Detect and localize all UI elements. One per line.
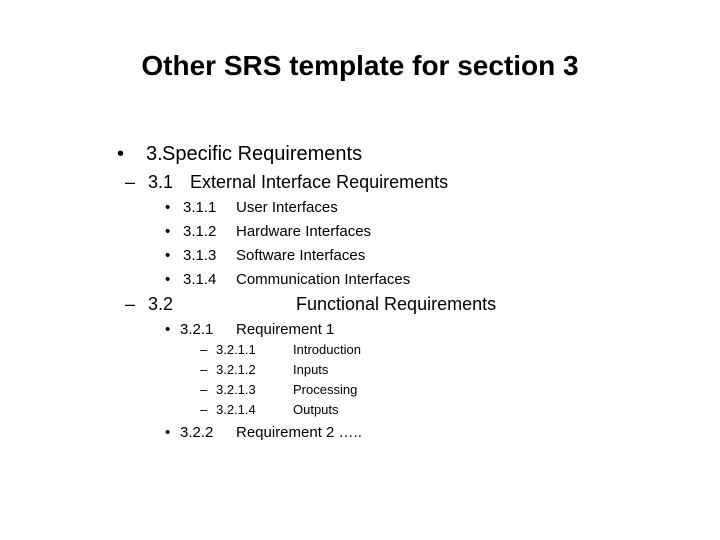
dash-icon: – [125, 172, 136, 192]
bullet-icon: • [165, 199, 171, 216]
subsection-number: 3.1 [148, 172, 174, 192]
slide-title: Other SRS template for section 3 [141, 50, 579, 81]
item-number: 3.2.1.1 [216, 342, 256, 357]
dash-icon: – [125, 294, 136, 314]
dash-icon: – [200, 382, 208, 397]
section-label: Specific Requirements [162, 143, 363, 165]
subsection-label: External Interface Requirements [190, 172, 449, 192]
bullet-icon: • [165, 271, 171, 288]
item-label: Requirement 1 [236, 321, 335, 338]
item-label: Inputs [293, 362, 329, 377]
item-label: Hardware Interfaces [236, 223, 372, 240]
item-label: Introduction [293, 342, 361, 357]
dash-icon: – [200, 402, 208, 417]
item-number: 3.2.1.2 [216, 362, 256, 377]
bullet-icon: • [165, 321, 171, 338]
section-number: 3. [146, 143, 163, 165]
bullet-icon: • [117, 143, 125, 165]
item-number: 3.2.1.4 [216, 402, 256, 417]
item-label: User Interfaces [236, 199, 338, 216]
subsection-number: 3.2 [148, 294, 174, 314]
item-label: Processing [293, 382, 358, 397]
item-number: 3.2.1 [180, 321, 214, 338]
item-label: Communication Interfaces [236, 271, 411, 288]
bullet-icon: • [165, 223, 171, 240]
item-number: 3.2.2 [180, 424, 214, 441]
item-label: Requirement 2 ….. [236, 424, 362, 441]
item-number: 3.1.4 [183, 271, 217, 288]
item-number: 3.2.1.3 [216, 382, 256, 397]
subsection-label: Functional Requirements [296, 294, 497, 314]
dash-icon: – [200, 362, 208, 377]
bullet-icon: • [165, 424, 171, 441]
item-label: Software Interfaces [236, 247, 366, 264]
item-number: 3.1.1 [183, 199, 217, 216]
bullet-icon: • [165, 247, 171, 264]
item-number: 3.1.2 [183, 223, 217, 240]
dash-icon: – [200, 342, 208, 357]
item-number: 3.1.3 [183, 247, 217, 264]
item-label: Outputs [293, 402, 339, 417]
